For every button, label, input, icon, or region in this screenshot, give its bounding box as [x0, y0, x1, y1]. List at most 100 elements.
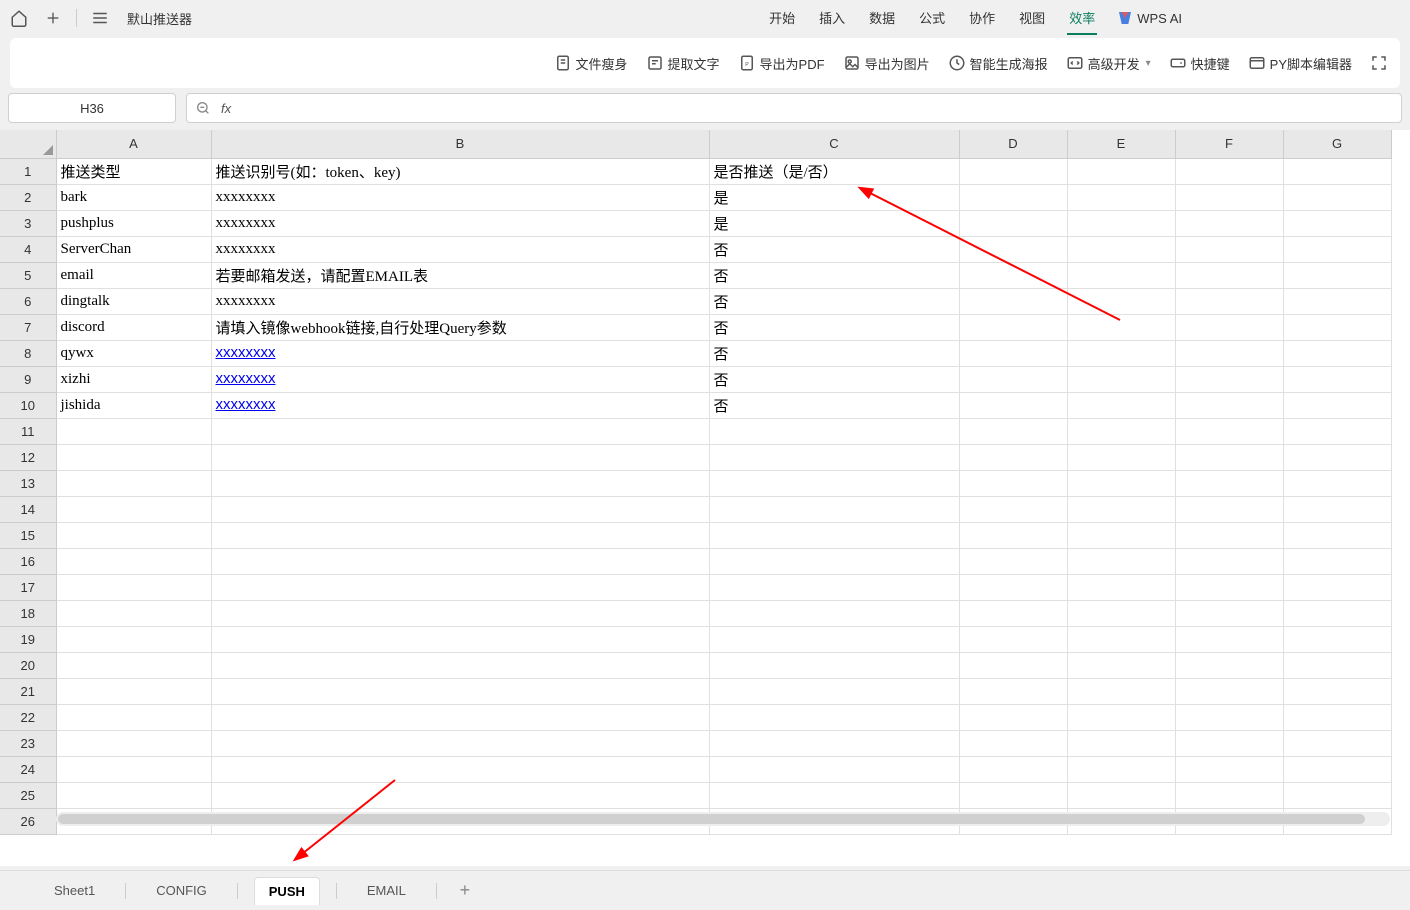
cell-D15[interactable]	[959, 522, 1067, 548]
cell-A23[interactable]	[56, 730, 211, 756]
export-pdf-button[interactable]: P导出为PDF	[738, 54, 825, 73]
cell-B12[interactable]	[211, 444, 709, 470]
cell-G6[interactable]	[1283, 288, 1391, 314]
row-header-8[interactable]: 8	[0, 340, 56, 366]
cell-B18[interactable]	[211, 600, 709, 626]
cell-C12[interactable]	[709, 444, 959, 470]
column-header-D[interactable]: D	[959, 130, 1067, 158]
cell-B16[interactable]	[211, 548, 709, 574]
cell-C24[interactable]	[709, 756, 959, 782]
cell-A7[interactable]: discord	[56, 314, 211, 340]
wps-ai-button[interactable]: WPS AI	[1117, 2, 1182, 35]
cell-C10[interactable]: 否	[709, 392, 959, 418]
cell-E4[interactable]	[1067, 236, 1175, 262]
cell-D16[interactable]	[959, 548, 1067, 574]
cell-A3[interactable]: pushplus	[56, 210, 211, 236]
row-header-7[interactable]: 7	[0, 314, 56, 340]
row-header-21[interactable]: 21	[0, 678, 56, 704]
cell-G5[interactable]	[1283, 262, 1391, 288]
cell-G14[interactable]	[1283, 496, 1391, 522]
new-tab-icon[interactable]	[42, 7, 64, 29]
menu-数据[interactable]: 数据	[867, 2, 897, 35]
cell-C3[interactable]: 是	[709, 210, 959, 236]
row-header-2[interactable]: 2	[0, 184, 56, 210]
cell-C15[interactable]	[709, 522, 959, 548]
cell-F10[interactable]	[1175, 392, 1283, 418]
cell-E5[interactable]	[1067, 262, 1175, 288]
home-icon[interactable]	[8, 7, 30, 29]
sheet-tab-Sheet1[interactable]: Sheet1	[40, 877, 109, 904]
cell-B22[interactable]	[211, 704, 709, 730]
cell-B21[interactable]	[211, 678, 709, 704]
cell-A6[interactable]: dingtalk	[56, 288, 211, 314]
cell-D2[interactable]	[959, 184, 1067, 210]
cell-D21[interactable]	[959, 678, 1067, 704]
sheet-tab-EMAIL[interactable]: EMAIL	[353, 877, 420, 904]
cell-F18[interactable]	[1175, 600, 1283, 626]
cell-E6[interactable]	[1067, 288, 1175, 314]
cell-B19[interactable]	[211, 626, 709, 652]
smart-poster-button[interactable]: 智能生成海报	[948, 54, 1048, 73]
row-header-11[interactable]: 11	[0, 418, 56, 444]
row-header-22[interactable]: 22	[0, 704, 56, 730]
cell-G20[interactable]	[1283, 652, 1391, 678]
cell-A9[interactable]: xizhi	[56, 366, 211, 392]
cell-E21[interactable]	[1067, 678, 1175, 704]
cell-B9[interactable]: xxxxxxxx	[211, 366, 709, 392]
cell-D5[interactable]	[959, 262, 1067, 288]
cell-G19[interactable]	[1283, 626, 1391, 652]
row-header-15[interactable]: 15	[0, 522, 56, 548]
cell-G24[interactable]	[1283, 756, 1391, 782]
row-header-18[interactable]: 18	[0, 600, 56, 626]
cell-G23[interactable]	[1283, 730, 1391, 756]
row-header-4[interactable]: 4	[0, 236, 56, 262]
cell-C8[interactable]: 否	[709, 340, 959, 366]
menu-开始[interactable]: 开始	[767, 2, 797, 35]
row-header-9[interactable]: 9	[0, 366, 56, 392]
cell-C21[interactable]	[709, 678, 959, 704]
cell-F17[interactable]	[1175, 574, 1283, 600]
cell-F19[interactable]	[1175, 626, 1283, 652]
cell-C11[interactable]	[709, 418, 959, 444]
cell-D7[interactable]	[959, 314, 1067, 340]
cell-G10[interactable]	[1283, 392, 1391, 418]
cell-D13[interactable]	[959, 470, 1067, 496]
cell-D12[interactable]	[959, 444, 1067, 470]
cell-G11[interactable]	[1283, 418, 1391, 444]
cell-C5[interactable]: 否	[709, 262, 959, 288]
cell-D23[interactable]	[959, 730, 1067, 756]
cell-E9[interactable]	[1067, 366, 1175, 392]
advanced-dev-button[interactable]: 高级开发▾	[1066, 54, 1151, 73]
cell-B24[interactable]	[211, 756, 709, 782]
cell-A16[interactable]	[56, 548, 211, 574]
cell-B17[interactable]	[211, 574, 709, 600]
cell-F13[interactable]	[1175, 470, 1283, 496]
sheet-tab-CONFIG[interactable]: CONFIG	[142, 877, 221, 904]
cell-F11[interactable]	[1175, 418, 1283, 444]
cell-E17[interactable]	[1067, 574, 1175, 600]
column-header-B[interactable]: B	[211, 130, 709, 158]
row-header-14[interactable]: 14	[0, 496, 56, 522]
row-header-25[interactable]: 25	[0, 782, 56, 808]
cell-E18[interactable]	[1067, 600, 1175, 626]
zoom-out-icon[interactable]	[195, 100, 211, 116]
cell-F1[interactable]	[1175, 158, 1283, 184]
py-editor-button[interactable]: PY脚本编辑器	[1248, 54, 1352, 73]
cell-D10[interactable]	[959, 392, 1067, 418]
cell-A17[interactable]	[56, 574, 211, 600]
cell-B10[interactable]: xxxxxxxx	[211, 392, 709, 418]
row-header-23[interactable]: 23	[0, 730, 56, 756]
cell-A21[interactable]	[56, 678, 211, 704]
cell-B4[interactable]: xxxxxxxx	[211, 236, 709, 262]
cell-F22[interactable]	[1175, 704, 1283, 730]
cell-B5[interactable]: 若要邮箱发送，请配置EMAIL表	[211, 262, 709, 288]
cell-C22[interactable]	[709, 704, 959, 730]
menu-公式[interactable]: 公式	[917, 2, 947, 35]
cell-F15[interactable]	[1175, 522, 1283, 548]
cell-G4[interactable]	[1283, 236, 1391, 262]
shortcut-button[interactable]: 快捷键	[1169, 54, 1230, 73]
column-header-C[interactable]: C	[709, 130, 959, 158]
cell-link[interactable]: xxxxxxxx	[216, 396, 276, 413]
cell-A1[interactable]: 推送类型	[56, 158, 211, 184]
cell-E15[interactable]	[1067, 522, 1175, 548]
